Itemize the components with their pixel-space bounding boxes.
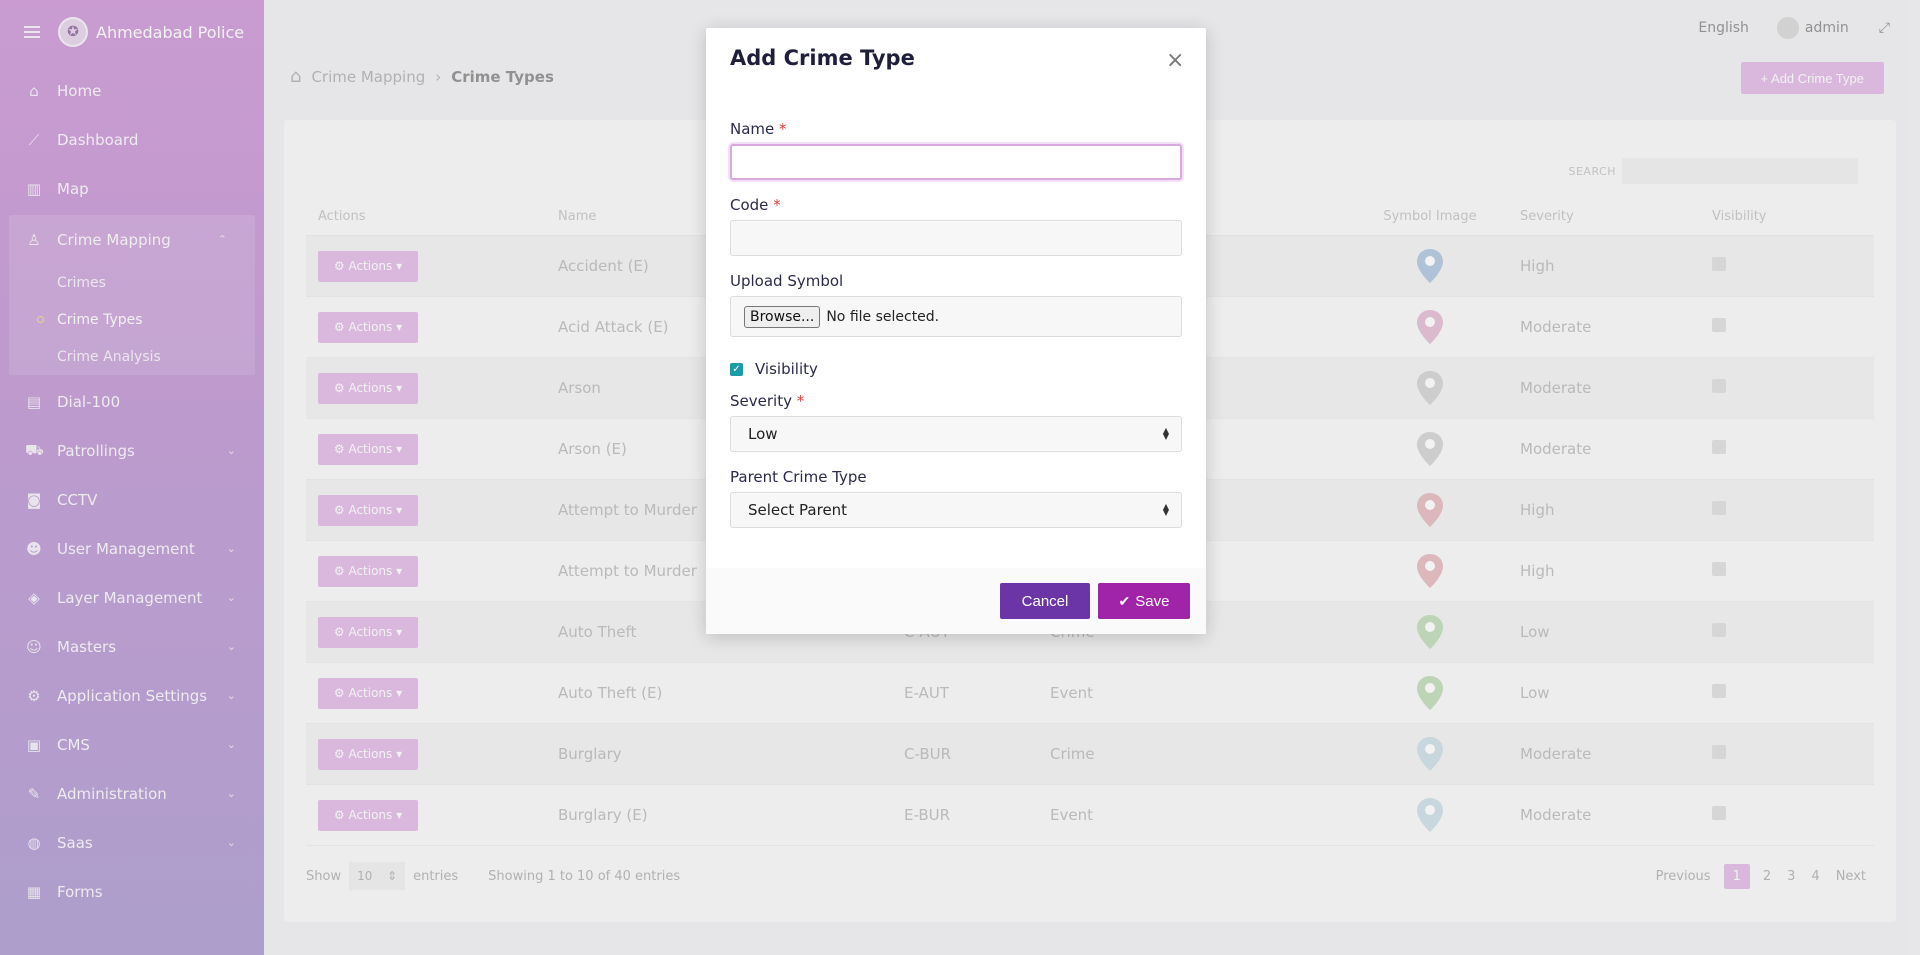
check-icon: ✔ bbox=[1118, 592, 1131, 609]
file-status: No file selected. bbox=[826, 308, 940, 325]
close-icon[interactable]: × bbox=[1166, 50, 1184, 72]
severity-select[interactable]: Low ▲ ▼ bbox=[730, 416, 1182, 452]
required-marker: * bbox=[796, 392, 805, 410]
parent-crime-type-label: Parent Crime Type bbox=[730, 468, 867, 486]
upload-symbol-field[interactable]: Browse... No file selected. bbox=[730, 296, 1182, 337]
visibility-row: ✓ Visibility bbox=[730, 360, 818, 378]
severity-label: Severity * bbox=[730, 392, 804, 410]
visibility-label: Visibility bbox=[755, 360, 818, 378]
required-marker: * bbox=[779, 120, 787, 138]
code-input[interactable] bbox=[730, 220, 1182, 256]
upload-symbol-label: Upload Symbol bbox=[730, 272, 844, 290]
select-caret-icon: ▲ ▼ bbox=[1162, 426, 1169, 441]
severity-label-text: Severity bbox=[730, 392, 792, 410]
save-label: Save bbox=[1135, 592, 1170, 610]
cancel-button[interactable]: Cancel bbox=[1000, 583, 1090, 619]
modal-title: Add Crime Type bbox=[730, 46, 915, 70]
name-input[interactable] bbox=[730, 144, 1182, 180]
visibility-checkbox[interactable]: ✓ bbox=[730, 362, 743, 376]
code-label: Code * bbox=[730, 196, 781, 214]
parent-value: Select Parent bbox=[748, 501, 848, 519]
name-label: Name * bbox=[730, 120, 787, 138]
name-label-text: Name bbox=[730, 120, 775, 138]
save-button[interactable]: ✔ Save bbox=[1098, 583, 1190, 619]
severity-value: Low bbox=[748, 425, 778, 443]
browse-button[interactable]: Browse... bbox=[744, 305, 821, 328]
required-marker: * bbox=[773, 196, 781, 214]
code-label-text: Code bbox=[730, 196, 769, 214]
modal-footer: Cancel ✔ Save bbox=[706, 568, 1206, 634]
add-crime-type-modal: Add Crime Type × Name * Code * Upload Sy… bbox=[706, 28, 1206, 634]
parent-crime-type-select[interactable]: Select Parent ▲ ▼ bbox=[730, 492, 1182, 528]
select-caret-icon: ▲ ▼ bbox=[1162, 502, 1169, 517]
